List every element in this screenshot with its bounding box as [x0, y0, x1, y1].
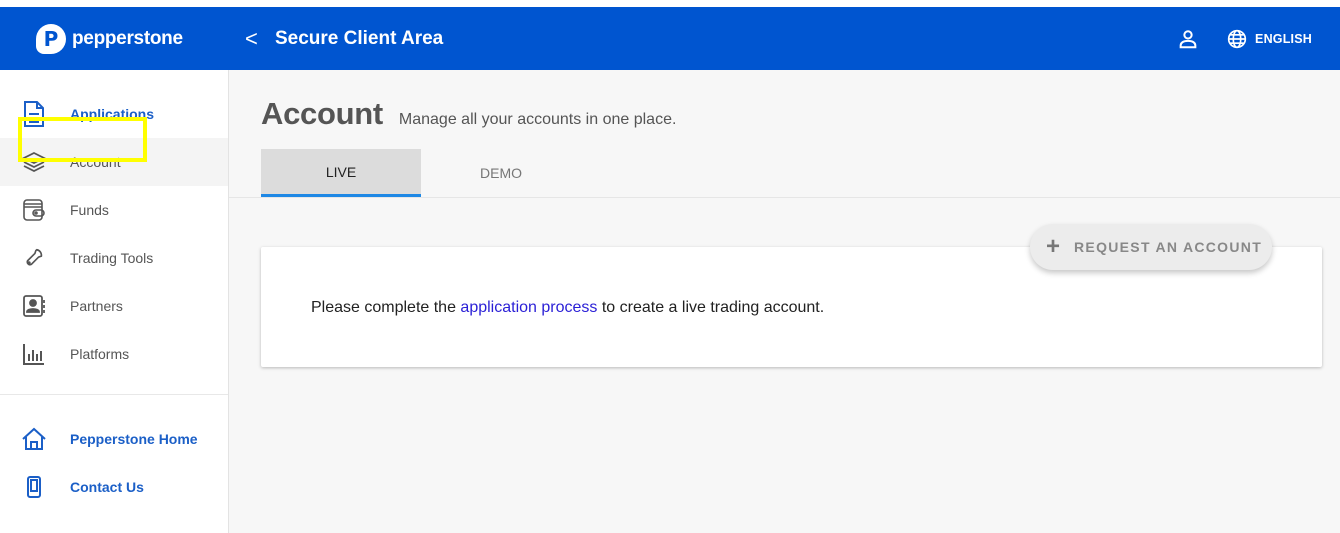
- top-strip: [0, 0, 1340, 7]
- sidebar-item-label: Pepperstone Home: [70, 431, 198, 447]
- sidebar-item-label: Funds: [70, 202, 109, 218]
- layers-icon: [21, 149, 47, 175]
- request-account-label: REQUEST AN ACCOUNT: [1074, 239, 1263, 255]
- request-account-button[interactable]: + REQUEST AN ACCOUNT: [1030, 224, 1272, 270]
- tabs-divider: [229, 197, 1340, 198]
- header-title: Secure Client Area: [275, 27, 444, 49]
- back-chevron-icon[interactable]: <: [245, 26, 275, 52]
- logo-glyph: P: [43, 26, 59, 51]
- document-icon: [21, 101, 47, 127]
- plus-icon: +: [1046, 233, 1061, 260]
- main-content: Account Manage all your accounts in one …: [229, 70, 1340, 533]
- user-profile-icon[interactable]: [1177, 28, 1199, 50]
- sidebar-item-label: Trading Tools: [70, 250, 154, 266]
- wrench-icon: [21, 245, 47, 271]
- message-text-after: to create a live trading account.: [597, 299, 825, 316]
- sidebar-item-trading-tools[interactable]: Trading Tools: [0, 234, 228, 282]
- wallet-icon: [21, 197, 47, 223]
- language-label: ENGLISH: [1255, 31, 1312, 46]
- sidebar-item-partners[interactable]: Partners: [0, 282, 228, 330]
- sidebar-divider: [0, 394, 228, 395]
- sidebar-item-account[interactable]: Account: [0, 138, 228, 186]
- sidebar-item-platforms[interactable]: Platforms: [0, 330, 228, 378]
- language-selector[interactable]: ENGLISH: [1227, 29, 1312, 49]
- header-bar: P pepperstone < Secure Client Area ENGLI…: [0, 7, 1340, 70]
- brand-logo[interactable]: P pepperstone: [0, 7, 229, 70]
- sidebar-item-label: Applications: [70, 106, 155, 122]
- header-actions: ENGLISH: [1177, 28, 1340, 50]
- contact-book-icon: [21, 293, 47, 319]
- sidebar-item-label: Account: [70, 154, 121, 170]
- sidebar-item-label: Platforms: [70, 346, 130, 362]
- sidebar-item-label: Contact Us: [70, 479, 144, 495]
- sidebar-item-label: Partners: [70, 298, 123, 314]
- home-icon: [21, 426, 47, 452]
- page-header: Account Manage all your accounts in one …: [261, 96, 676, 132]
- sidebar-item-pepperstone-home[interactable]: Pepperstone Home: [0, 415, 228, 463]
- sidebar-item-contact-us[interactable]: Contact Us: [0, 463, 228, 511]
- sidebar-item-funds[interactable]: Funds: [0, 186, 228, 234]
- sidebar-item-applications[interactable]: Applications: [0, 90, 228, 138]
- tab-demo[interactable]: DEMO: [421, 149, 581, 197]
- application-process-link[interactable]: application process: [460, 299, 597, 316]
- account-tabs: LIVE DEMO: [261, 149, 581, 197]
- logo-mark-icon: P: [36, 23, 66, 54]
- tab-live[interactable]: LIVE: [261, 149, 421, 197]
- sidebar: Applications Account Funds Trading Tools: [0, 70, 229, 533]
- message-text-before: Please complete the: [311, 299, 461, 316]
- brand-name: pepperstone: [72, 27, 183, 49]
- card-message: Please complete the application process …: [311, 299, 824, 317]
- globe-icon: [1227, 29, 1247, 48]
- phone-icon: [21, 474, 47, 500]
- page-title: Account: [261, 96, 383, 131]
- page-subtitle: Manage all your accounts in one place.: [398, 111, 677, 128]
- bar-chart-icon: [21, 341, 47, 367]
